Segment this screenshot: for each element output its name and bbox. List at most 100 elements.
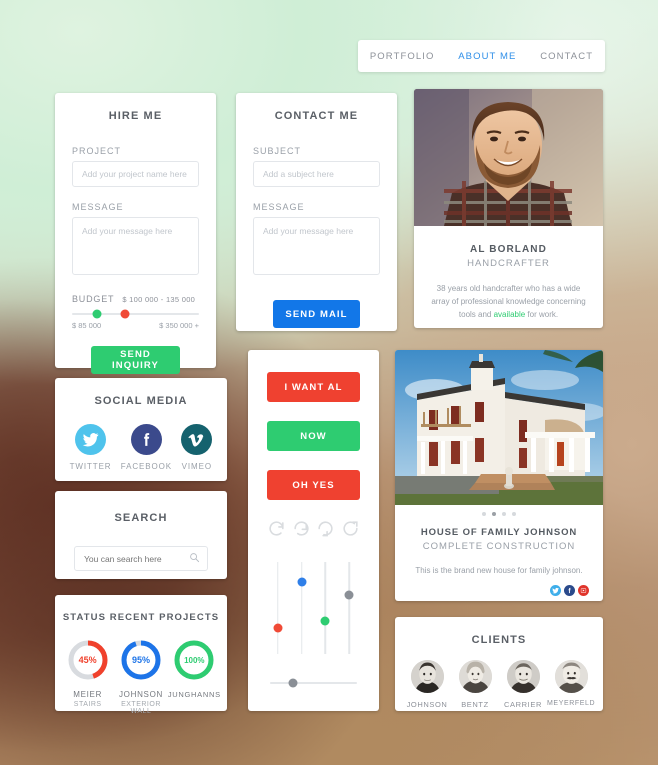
project-photo — [395, 350, 603, 505]
client-name-carrier: CARRIER — [504, 700, 542, 709]
donut-meier-percent: 45% — [78, 655, 97, 665]
vertical-slider-green-knob[interactable] — [320, 616, 330, 626]
client-avatar-meyerfeld — [554, 660, 588, 693]
donut-junghanns: 100% — [173, 639, 215, 681]
vertical-slider-green[interactable] — [320, 562, 330, 654]
bio-text-part2: for work. — [525, 310, 559, 320]
search-icon[interactable] — [189, 550, 200, 568]
twitter-icon — [552, 587, 559, 594]
social-name-facebook: FACEBOOK — [120, 462, 173, 471]
contact-me-card: CONTACT ME SUBJECT MESSAGE SEND MAIL — [236, 93, 397, 331]
search-input[interactable] — [74, 546, 208, 571]
share-youtube-button[interactable] — [578, 585, 589, 596]
i-want-al-button[interactable]: I WANT AL — [267, 372, 360, 402]
clients-title: CLIENTS — [471, 634, 527, 646]
subject-input[interactable] — [253, 161, 380, 187]
nav-item-about-me[interactable]: ABOUT ME — [458, 51, 516, 62]
vertical-slider-group — [248, 562, 379, 654]
share-twitter-button[interactable] — [550, 585, 561, 596]
client-name-meyerfeld: MEYERFELD — [547, 700, 596, 707]
carousel-dot-4[interactable] — [512, 512, 516, 516]
client-name-bentz: BENTZ — [461, 700, 489, 709]
project-card: HOUSE OF FAMILY JOHNSON COMPLETE CONSTRU… — [395, 350, 603, 601]
social-item-twitter[interactable]: TWITTER — [70, 424, 112, 471]
budget-value: $ 100 000 - 135 000 — [122, 295, 196, 304]
client-item-bentz[interactable]: BENTZ — [451, 660, 499, 709]
vertical-slider-red-knob[interactable] — [273, 623, 283, 633]
share-facebook-button[interactable] — [564, 585, 575, 596]
project-label: PROJECT — [72, 146, 122, 156]
vertical-slider-red[interactable] — [273, 562, 283, 654]
contact-message-label: MESSAGE — [253, 202, 305, 212]
vertical-slider-gray-track — [348, 562, 350, 654]
refresh-icon-1[interactable] — [267, 519, 286, 538]
search-card: SEARCH — [55, 491, 227, 579]
carousel-dot-2[interactable] — [492, 512, 496, 516]
client-avatar-johnson — [410, 660, 444, 693]
status-projects-card: STATUS RECENT PROJECTS 45% MEIER STAIRS — [55, 595, 227, 715]
hire-me-card: HIRE ME PROJECT MESSAGE BUDGET $ 100 000… — [55, 93, 216, 374]
project-input[interactable] — [72, 161, 199, 187]
carousel-dot-3[interactable] — [502, 512, 506, 516]
client-item-carrier[interactable]: CARRIER — [499, 660, 547, 709]
client-item-johnson[interactable]: JOHNSON — [403, 660, 451, 709]
budget-label: BUDGET — [72, 294, 115, 304]
client-name-johnson: JOHNSON — [406, 700, 448, 709]
spinner-group — [248, 519, 379, 538]
budget-min-label: $ 85 000 — [72, 321, 102, 330]
status-item-meier[interactable]: 45% MEIER STAIRS — [61, 639, 114, 708]
oh-yes-button[interactable]: OH YES — [267, 470, 360, 500]
nav-item-portfolio[interactable]: PORTFOLIO — [370, 51, 435, 62]
hire-me-title: HIRE ME — [108, 110, 163, 122]
nav-item-contact[interactable]: CONTACT — [540, 51, 593, 62]
profile-role: HANDCRAFTER — [467, 258, 550, 269]
horizontal-slider-track[interactable] — [270, 678, 357, 688]
budget-slider-group: BUDGET $ 100 000 - 135 000 $ 85 000 $ 35… — [55, 294, 216, 330]
now-button[interactable]: NOW — [267, 421, 360, 451]
status-name-junghanns: JUNGHANNS — [167, 690, 221, 699]
vertical-slider-red-track — [277, 562, 279, 654]
donut-johnson: 95% — [120, 639, 162, 681]
budget-knob-high[interactable] — [120, 309, 130, 319]
client-avatar-carrier — [506, 660, 540, 693]
status-item-junghanns[interactable]: 100% JUNGHANNS — [168, 639, 221, 701]
refresh-icon-3[interactable] — [316, 519, 335, 538]
bio-highlight: available — [493, 310, 526, 320]
send-inquiry-button[interactable]: SEND INQUIRY — [91, 346, 180, 374]
vertical-slider-green-track — [324, 562, 327, 654]
subject-label: SUBJECT — [253, 146, 302, 156]
send-mail-button[interactable]: SEND MAIL — [273, 300, 360, 328]
status-sub-johnson: EXTERIOR WALL — [121, 701, 161, 715]
donut-junghanns-percent: 100% — [184, 655, 205, 665]
contact-message-textarea[interactable] — [253, 217, 380, 275]
carousel-dot-1[interactable] — [482, 512, 486, 516]
vertical-slider-gray[interactable] — [344, 562, 354, 654]
social-item-vimeo[interactable]: VIMEO — [181, 424, 213, 471]
budget-max-label: $ 350 000 + — [159, 321, 199, 330]
carousel-dots — [395, 512, 603, 516]
widgets-card: I WANT AL NOW OH YES — [248, 350, 379, 711]
vertical-slider-blue[interactable] — [297, 562, 307, 654]
refresh-icon-2[interactable] — [292, 519, 311, 538]
budget-track[interactable] — [72, 309, 199, 319]
message-textarea[interactable] — [72, 217, 199, 275]
client-item-meyerfeld[interactable]: MEYERFELD — [547, 660, 595, 709]
vimeo-badge — [181, 424, 213, 455]
twitter-badge — [75, 424, 107, 455]
status-name-meier: MEIER — [73, 690, 103, 699]
refresh-icon-4[interactable] — [341, 519, 360, 538]
search-title: SEARCH — [114, 512, 168, 524]
status-item-johnson[interactable]: 95% JOHNSON EXTERIOR WALL — [114, 639, 167, 715]
vertical-slider-blue-knob[interactable] — [297, 577, 307, 587]
donut-meier: 45% — [67, 639, 109, 681]
horizontal-slider-knob[interactable] — [288, 678, 298, 688]
social-name-twitter: TWITTER — [69, 462, 112, 471]
vertical-slider-gray-knob[interactable] — [344, 590, 354, 600]
social-item-facebook[interactable]: FACEBOOK — [121, 424, 172, 471]
vertical-slider-blue-track — [300, 562, 303, 654]
budget-knob-low[interactable] — [92, 309, 102, 319]
client-avatar-bentz — [458, 660, 492, 693]
twitter-icon — [82, 433, 99, 447]
profile-card: AL BORLAND HANDCRAFTER 38 years old hand… — [414, 89, 603, 328]
social-media-title: SOCIAL MEDIA — [94, 395, 188, 407]
